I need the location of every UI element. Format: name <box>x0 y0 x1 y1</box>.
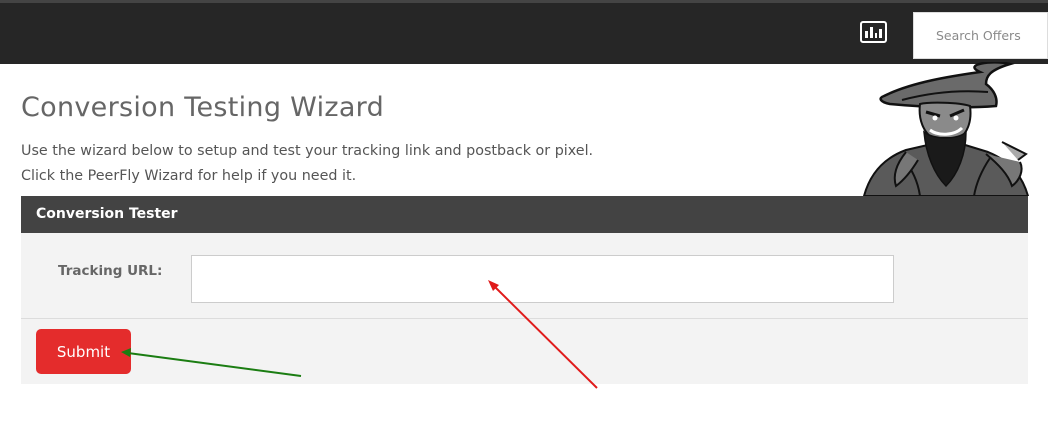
divider <box>21 318 1028 319</box>
intro-text: Use the wizard below to setup and test y… <box>21 139 593 189</box>
bar-chart-icon[interactable] <box>860 21 887 43</box>
search-offers-input[interactable] <box>913 12 1048 59</box>
wizard-mascot[interactable] <box>862 62 1030 196</box>
intro-line-1: Use the wizard below to setup and test y… <box>21 143 594 159</box>
tracking-url-input[interactable] <box>191 255 894 303</box>
intro-line-2: Click the PeerFly Wizard for help if you… <box>21 168 357 184</box>
top-navbar <box>0 0 1048 64</box>
tracking-url-label: Tracking URL: <box>58 263 163 279</box>
panel-header: Conversion Tester <box>21 196 1028 233</box>
submit-button[interactable]: Submit <box>36 329 131 374</box>
page-title: Conversion Testing Wizard <box>21 92 385 123</box>
conversion-tester-panel: Tracking URL: Submit <box>21 233 1028 384</box>
